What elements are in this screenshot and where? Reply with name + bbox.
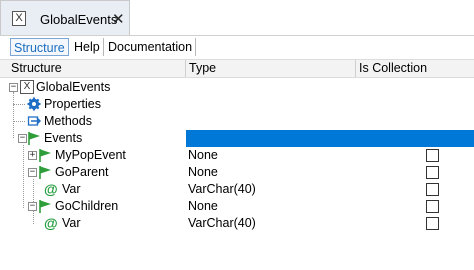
collapse-icon[interactable]: − [18,134,27,143]
flag-icon [39,149,51,162]
tree-label-var: Var [62,182,81,196]
tree-label-goparent: GoParent [55,165,109,179]
type-value[interactable]: None [188,147,218,164]
tree-row-properties[interactable]: Properties [0,96,474,113]
tree-row-gochildren[interactable]: − GoChildren None [0,198,474,215]
tree-label-mypopevent: MyPopEvent [55,148,126,162]
tree-row-mypopevent[interactable]: + MyPopEvent None [0,147,474,164]
tab-structure[interactable]: Structure [10,38,69,56]
collapse-icon[interactable]: − [9,83,18,92]
tree-label-properties: Properties [44,97,101,111]
is-collection-checkbox[interactable] [426,183,439,196]
expand-icon[interactable]: + [28,151,37,160]
document-tab-globalevents[interactable]: X GlobalEvents ✕ [0,0,130,35]
tree-label-gochildren: GoChildren [55,199,119,213]
tree-row-gochildren-var[interactable]: @ Var VarChar(40) [0,215,474,232]
tree-row-goparent-var[interactable]: @ Var VarChar(40) [0,181,474,198]
type-value[interactable]: None [188,164,218,181]
tab-documentation[interactable]: Documentation [105,38,197,56]
x-object-icon: X [20,80,34,94]
is-collection-checkbox[interactable] [426,149,439,162]
is-collection-checkbox[interactable] [426,200,439,213]
column-header-type[interactable]: Type [186,60,356,77]
parameter-icon: @ [44,181,58,197]
collapse-icon[interactable]: − [28,202,37,211]
parameter-icon: @ [44,215,58,231]
tree-row-globalevents[interactable]: − X GlobalEvents [0,79,474,96]
tree-label-globalevents: GlobalEvents [36,80,111,94]
tree-label-methods: Methods [44,114,92,128]
close-icon[interactable]: ✕ [112,10,125,28]
subtab-bar: Structure Help Documentation [0,36,474,58]
is-collection-checkbox[interactable] [426,217,439,230]
collapse-icon[interactable]: − [28,168,37,177]
selection-highlight [186,130,474,147]
grid-header: Structure Type Is Collection [0,59,474,78]
tree-row-goparent[interactable]: − GoParent None [0,164,474,181]
type-value[interactable]: VarChar(40) [188,215,256,232]
tree-row-methods[interactable]: Methods [0,113,474,130]
method-arrow-icon [27,116,41,126]
type-value[interactable]: VarChar(40) [188,181,256,198]
column-header-is-collection[interactable]: Is Collection [356,60,474,77]
flag-icon [39,166,51,179]
is-collection-checkbox[interactable] [426,166,439,179]
tree-row-events[interactable]: − Events [0,130,474,147]
tree-label-events: Events [44,131,83,145]
document-tab-strip: X GlobalEvents ✕ [0,0,474,36]
column-header-structure[interactable]: Structure [8,60,186,77]
document-tab-title: GlobalEvents [40,12,118,27]
flag-icon [39,200,51,213]
x-object-icon: X [12,11,26,26]
tree-label-var: Var [62,216,81,230]
tab-help[interactable]: Help [71,38,104,56]
flag-icon [28,132,40,145]
gear-icon [27,97,41,111]
type-value[interactable]: None [188,198,218,215]
